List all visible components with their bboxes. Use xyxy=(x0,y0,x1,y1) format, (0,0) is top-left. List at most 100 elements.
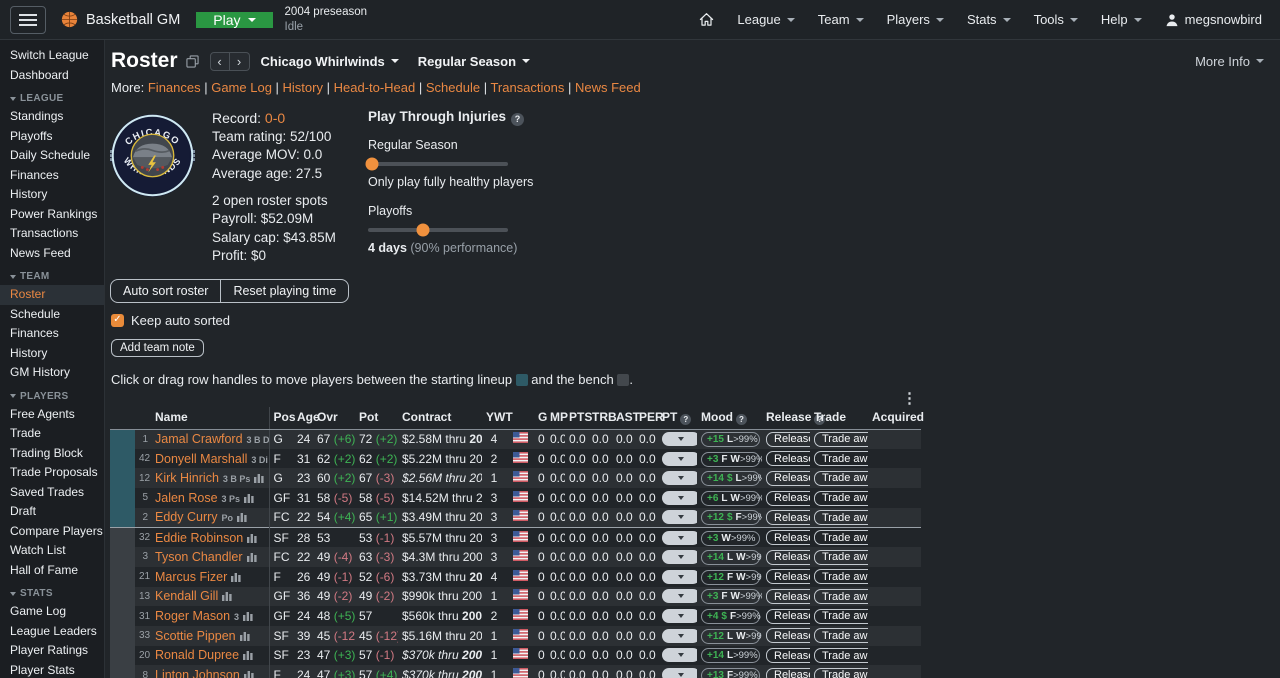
sidebar-item-player-ratings[interactable]: Player Ratings xyxy=(0,641,104,661)
pt-select[interactable] xyxy=(662,510,697,524)
nav-menu-stats[interactable]: Stats xyxy=(967,12,1011,27)
row-handle[interactable] xyxy=(110,626,135,646)
table-menu-icon[interactable]: ⋮ xyxy=(902,390,917,407)
nav-menu-players[interactable]: Players xyxy=(887,12,944,27)
more-link-transactions[interactable]: Transactions xyxy=(490,80,564,95)
sidebar-item-player-stats[interactable]: Player Stats xyxy=(0,661,104,678)
player-stats-icon[interactable] xyxy=(254,473,264,483)
sidebar-item-roster[interactable]: Roster xyxy=(0,285,104,305)
row-handle[interactable] xyxy=(110,587,135,607)
column-header-age[interactable]: Age xyxy=(293,407,313,430)
sidebar-item-schedule[interactable]: Schedule xyxy=(0,305,104,325)
mood-badge[interactable]: +4$F>99% xyxy=(701,609,760,624)
reset-playing-time-button[interactable]: Reset playing time xyxy=(220,279,349,303)
release-button[interactable]: Release xyxy=(766,648,810,663)
trade-away-button[interactable]: Trade away xyxy=(814,668,868,678)
trade-away-button[interactable]: Trade away xyxy=(814,589,868,604)
player-stats-icon[interactable] xyxy=(247,552,257,562)
pt-select[interactable] xyxy=(662,648,697,662)
sidebar-item-saved-trades[interactable]: Saved Trades xyxy=(0,483,104,503)
row-handle[interactable] xyxy=(110,567,135,587)
row-handle[interactable] xyxy=(110,429,135,449)
column-header-handle[interactable] xyxy=(110,407,135,430)
sidebar-item-news-feed[interactable]: News Feed xyxy=(0,244,104,264)
release-button[interactable]: Release xyxy=(766,589,810,604)
playoffs-slider[interactable] xyxy=(368,228,508,232)
mood-badge[interactable]: +3FW>99% xyxy=(701,589,760,604)
player-stats-icon[interactable] xyxy=(240,631,250,641)
trade-away-button[interactable]: Trade away xyxy=(814,451,868,466)
play-button[interactable]: Play xyxy=(196,12,272,28)
pt-select[interactable] xyxy=(662,550,697,564)
next-team-button[interactable]: › xyxy=(230,52,250,71)
column-header-trade[interactable]: Trade xyxy=(810,407,868,430)
release-button[interactable]: Release xyxy=(766,530,810,545)
sidebar-item-trade[interactable]: Trade xyxy=(0,424,104,444)
player-link[interactable]: Scottie Pippen xyxy=(155,629,236,643)
pt-select[interactable] xyxy=(662,589,697,603)
sidebar-item-playoffs[interactable]: Playoffs xyxy=(0,127,104,147)
column-header-pos[interactable]: Pos xyxy=(269,407,293,430)
column-header-trb[interactable]: TRB xyxy=(588,407,612,430)
more-link-head-to-head[interactable]: Head-to-Head xyxy=(334,80,416,95)
help-icon[interactable]: ? xyxy=(736,414,747,425)
trade-away-button[interactable]: Trade away xyxy=(814,471,868,486)
player-stats-icon[interactable] xyxy=(237,512,247,522)
release-button[interactable]: Release xyxy=(766,550,810,565)
more-info-dropdown[interactable]: More Info xyxy=(1195,54,1264,69)
pt-select[interactable] xyxy=(662,629,697,643)
player-link[interactable]: Marcus Fizer xyxy=(155,570,227,584)
player-stats-icon[interactable] xyxy=(244,493,254,503)
mood-badge[interactable]: +3FW>99% xyxy=(701,452,760,467)
sidebar-item-trading-block[interactable]: Trading Block xyxy=(0,444,104,464)
sidebar-item-power-rankings[interactable]: Power Rankings xyxy=(0,205,104,225)
sidebar-group-league[interactable]: LEAGUE xyxy=(10,93,104,104)
sidebar-item-history[interactable]: History xyxy=(0,185,104,205)
player-link[interactable]: Eddie Robinson xyxy=(155,531,243,545)
sidebar-item-dashboard[interactable]: Dashboard xyxy=(0,66,104,86)
player-link[interactable]: Jalen Rose xyxy=(155,491,218,505)
column-header-acquired[interactable]: Acquired xyxy=(868,407,921,430)
trade-away-button[interactable]: Trade away xyxy=(814,569,868,584)
keep-auto-sorted-checkbox[interactable]: ✓ xyxy=(111,314,124,327)
mood-badge[interactable]: +14LW>99% xyxy=(701,550,760,565)
release-button[interactable]: Release xyxy=(766,569,810,584)
column-header-pot[interactable]: Pot xyxy=(355,407,398,430)
sidebar-item-trade-proposals[interactable]: Trade Proposals xyxy=(0,463,104,483)
trade-away-button[interactable]: Trade away xyxy=(814,550,868,565)
pt-select[interactable] xyxy=(662,452,697,466)
sidebar-item-game-log[interactable]: Game Log xyxy=(0,602,104,622)
mood-badge[interactable]: +14L>99% xyxy=(701,648,760,663)
sidebar-item-finances[interactable]: Finances xyxy=(0,166,104,186)
sidebar-item-transactions[interactable]: Transactions xyxy=(0,224,104,244)
add-team-note-button[interactable]: Add team note xyxy=(111,339,204,357)
trade-away-button[interactable]: Trade away xyxy=(814,510,868,525)
mood-badge[interactable]: +12FW>99% xyxy=(701,570,760,585)
keep-auto-sorted-row[interactable]: ✓ Keep auto sorted xyxy=(111,313,1280,328)
player-link[interactable]: Jamal Crawford xyxy=(155,432,243,446)
player-stats-icon[interactable] xyxy=(247,533,257,543)
more-link-news-feed[interactable]: News Feed xyxy=(575,80,641,95)
column-header-num[interactable] xyxy=(135,407,151,430)
release-button[interactable]: Release xyxy=(766,668,810,678)
season-dropdown[interactable]: Regular Season xyxy=(418,54,530,69)
column-header-name[interactable]: Name xyxy=(151,407,269,430)
mood-badge[interactable]: +3W>99% xyxy=(701,531,760,546)
release-button[interactable]: Release xyxy=(766,432,810,447)
more-link-finances[interactable]: Finances xyxy=(148,80,201,95)
mood-badge[interactable]: +6LW>99% xyxy=(701,491,760,506)
pt-select[interactable] xyxy=(662,471,697,485)
sidebar-group-team[interactable]: TEAM xyxy=(10,271,104,282)
player-link[interactable]: Donyell Marshall xyxy=(155,452,247,466)
sidebar-item-gm-history[interactable]: GM History xyxy=(0,363,104,383)
player-link[interactable]: Linton Johnson xyxy=(155,668,240,678)
player-link[interactable]: Kirk Hinrich xyxy=(155,471,219,485)
help-icon[interactable]: ? xyxy=(511,113,524,126)
player-link[interactable]: Roger Mason xyxy=(155,609,230,623)
slider-handle[interactable] xyxy=(366,157,379,170)
hamburger-menu-button[interactable] xyxy=(10,6,46,34)
sidebar-item-free-agents[interactable]: Free Agents xyxy=(0,405,104,425)
app-brand[interactable]: Basketball GM xyxy=(46,11,196,28)
row-handle[interactable] xyxy=(110,646,135,666)
trade-away-button[interactable]: Trade away xyxy=(814,432,868,447)
